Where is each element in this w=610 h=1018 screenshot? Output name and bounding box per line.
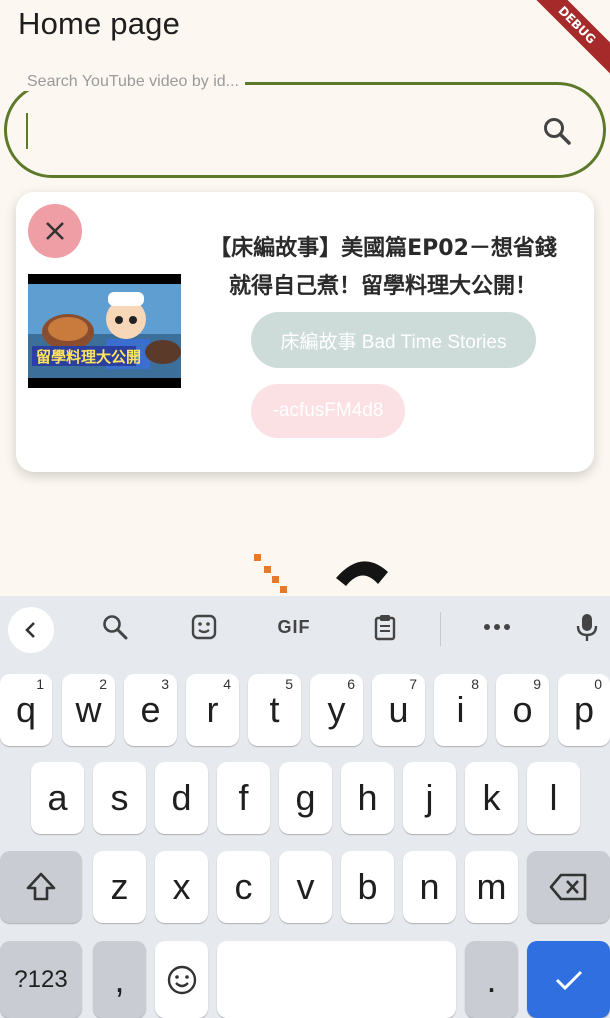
key-b[interactable]: b	[341, 851, 394, 923]
key-hint: 4	[223, 676, 231, 692]
channel-chip[interactable]: 床編故事 Bad Time Stories	[251, 312, 536, 368]
key-t[interactable]: t5	[248, 674, 301, 746]
loading-indicator	[250, 548, 410, 596]
backspace-key[interactable]	[527, 851, 610, 923]
toolbar-divider	[440, 612, 441, 646]
comma-key[interactable]: ,	[93, 941, 146, 1018]
key-i[interactable]: i8	[434, 674, 487, 746]
symbols-key[interactable]: ?123	[0, 941, 82, 1018]
key-m[interactable]: m	[465, 851, 518, 923]
key-y[interactable]: y6	[310, 674, 363, 746]
soft-keyboard: GIF q1 w2 e3 r4 t5 y6 u7 i8 o9 p0 a s d …	[0, 596, 610, 1018]
key-hint: 3	[161, 676, 169, 692]
shift-key[interactable]	[0, 851, 82, 923]
emoji-icon	[167, 965, 196, 994]
debug-banner: DEBUG	[516, 0, 610, 86]
key-r[interactable]: r4	[186, 674, 239, 746]
key-q[interactable]: q1	[0, 674, 52, 746]
video-thumbnail[interactable]: 留學料理大公開	[28, 274, 181, 388]
key-s[interactable]: s	[93, 762, 146, 834]
remove-video-button[interactable]	[28, 204, 82, 258]
backspace-icon	[549, 873, 586, 901]
key-f[interactable]: f	[217, 762, 270, 834]
video-title: 【床編故事】美國篇EP02－想省錢就得自己煮！留學料理大公開！	[209, 236, 557, 299]
search-input[interactable]	[27, 107, 527, 151]
video-id-chip[interactable]: -acfusFM4d8	[251, 384, 405, 438]
thumbnail-caption: 留學料理大公開	[36, 348, 141, 366]
mic-icon[interactable]	[570, 610, 604, 644]
search-icon[interactable]	[541, 115, 573, 147]
key-j[interactable]: j	[403, 762, 456, 834]
back-icon[interactable]	[8, 607, 54, 653]
app-title: Home page	[18, 6, 181, 41]
gif-button[interactable]: GIF	[272, 610, 316, 644]
key-v[interactable]: v	[279, 851, 332, 923]
key-h[interactable]: h	[341, 762, 394, 834]
key-u[interactable]: u7	[372, 674, 425, 746]
gif-label: GIF	[277, 616, 311, 637]
emoji-key[interactable]	[155, 941, 208, 1018]
search-field[interactable]: Search YouTube video by id...	[4, 73, 606, 178]
key-c[interactable]: c	[217, 851, 270, 923]
key-k[interactable]: k	[465, 762, 518, 834]
checkmark-icon	[555, 970, 582, 990]
shift-icon	[26, 872, 56, 901]
keyboard-toolbar: GIF	[0, 596, 610, 662]
clipboard-icon[interactable]	[368, 610, 402, 644]
text-cursor	[26, 113, 28, 149]
key-z[interactable]: z	[93, 851, 146, 923]
period-key[interactable]: .	[465, 941, 518, 1018]
key-hint: 9	[533, 676, 541, 692]
key-d[interactable]: d	[155, 762, 208, 834]
key-hint: 5	[285, 676, 293, 692]
key-hint: 6	[347, 676, 355, 692]
key-x[interactable]: x	[155, 851, 208, 923]
video-card: 留學料理大公開 【床編故事】美國篇EP02－想省錢就得自己煮！留學料理大公開！ …	[16, 192, 594, 472]
key-e[interactable]: e3	[124, 674, 177, 746]
keyboard-search-icon[interactable]	[98, 610, 132, 644]
key-w[interactable]: w2	[62, 674, 115, 746]
search-field-label: Search YouTube video by id...	[21, 73, 245, 91]
key-hint: 8	[471, 676, 479, 692]
sticker-icon[interactable]	[187, 610, 221, 644]
key-hint: 7	[409, 676, 417, 692]
key-g[interactable]: g	[279, 762, 332, 834]
key-p[interactable]: p0	[558, 674, 610, 746]
key-o[interactable]: o9	[496, 674, 549, 746]
enter-key[interactable]	[527, 941, 610, 1018]
key-hint: 1	[36, 676, 44, 692]
close-icon	[46, 222, 64, 240]
more-icon[interactable]	[480, 610, 514, 644]
key-a[interactable]: a	[31, 762, 84, 834]
key-n[interactable]: n	[403, 851, 456, 923]
space-key[interactable]	[217, 941, 456, 1018]
key-l[interactable]: l	[527, 762, 580, 834]
key-hint: 0	[594, 676, 602, 692]
key-hint: 2	[99, 676, 107, 692]
